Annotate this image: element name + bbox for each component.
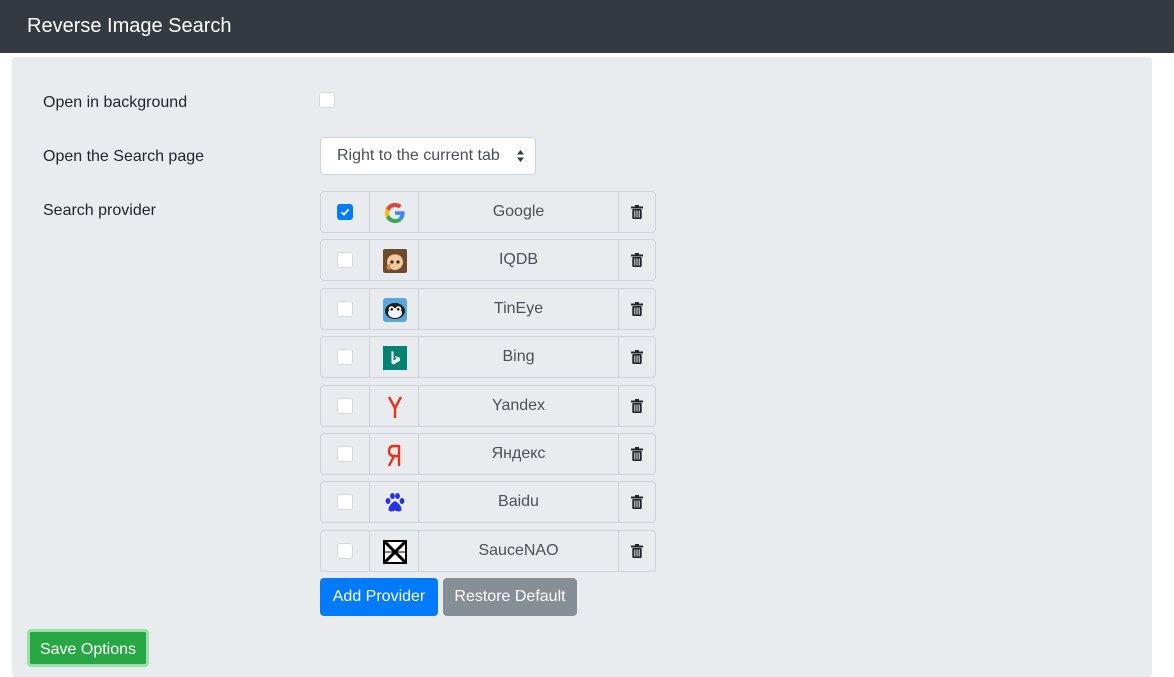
provider-name[interactable]: SauceNAO: [418, 530, 619, 572]
provider-enabled-checkbox[interactable]: [337, 398, 353, 414]
delete-provider-button[interactable]: [618, 385, 656, 427]
provider-enabled-checkbox[interactable]: [337, 543, 353, 559]
provider-icon-cell: [369, 481, 419, 523]
delete-provider-button[interactable]: [618, 288, 656, 330]
trash-icon: [631, 253, 643, 267]
provider-toggle-cell: [320, 336, 370, 378]
provider-toggle-cell: [320, 530, 370, 572]
provider-toggle-cell: [320, 288, 370, 330]
provider-row: Google: [320, 191, 656, 233]
provider-icon-cell: [369, 530, 419, 572]
delete-provider-button[interactable]: [618, 481, 656, 523]
top-navbar: Reverse Image Search: [0, 0, 1174, 53]
provider-name[interactable]: Baidu: [418, 481, 619, 523]
yandex-ru-icon: [387, 444, 401, 467]
provider-toggle-cell: [320, 433, 370, 475]
trash-icon: [631, 447, 643, 461]
provider-toggle-cell: [320, 385, 370, 427]
provider-icon-cell: [369, 336, 419, 378]
provider-toggle-cell: [320, 191, 370, 233]
provider-enabled-checkbox[interactable]: [337, 301, 353, 317]
open-in-background-checkbox[interactable]: [319, 92, 335, 108]
provider-toggle-cell: [320, 239, 370, 281]
bing-icon: [383, 346, 407, 370]
delete-provider-button[interactable]: [618, 336, 656, 378]
trash-icon: [631, 495, 643, 509]
app-title: Reverse Image Search: [27, 15, 232, 37]
options-panel: Open in background Open the Search page …: [12, 57, 1152, 677]
provider-row: SauceNAO: [320, 530, 656, 572]
provider-row: TinEye: [320, 288, 656, 330]
baidu-icon: [385, 493, 405, 512]
provider-row: IQDB: [320, 239, 656, 281]
open-in-background-label: Open in background: [43, 94, 188, 111]
trash-icon: [631, 302, 643, 316]
provider-row: Yandex: [320, 385, 656, 427]
provider-row: Яндекс: [320, 433, 656, 475]
trash-icon: [631, 350, 643, 364]
trash-icon: [631, 399, 643, 413]
open-search-page-value: Right to the current tab: [337, 147, 500, 164]
provider-enabled-checkbox[interactable]: [337, 252, 353, 268]
provider-icon-cell: [369, 433, 419, 475]
delete-provider-button[interactable]: [618, 191, 656, 233]
provider-name[interactable]: Yandex: [418, 385, 619, 427]
provider-enabled-checkbox[interactable]: [337, 494, 353, 510]
select-caret-icon: [517, 150, 524, 162]
provider-icon-cell: [369, 385, 419, 427]
provider-enabled-checkbox[interactable]: [337, 349, 353, 365]
provider-icon-cell: [369, 191, 419, 233]
trash-icon: [631, 205, 643, 219]
delete-provider-button[interactable]: [618, 530, 656, 572]
delete-provider-button[interactable]: [618, 433, 656, 475]
provider-name[interactable]: Google: [418, 191, 619, 233]
trash-icon: [631, 544, 643, 558]
restore-default-button[interactable]: Restore Default: [443, 578, 577, 616]
provider-enabled-checkbox[interactable]: [337, 204, 353, 220]
provider-name[interactable]: Bing: [418, 336, 619, 378]
tineye-icon: [383, 298, 407, 322]
provider-icon-cell: [369, 239, 419, 281]
provider-row: Bing: [320, 336, 656, 378]
delete-provider-button[interactable]: [618, 239, 656, 281]
google-icon: [385, 203, 405, 223]
provider-name[interactable]: TinEye: [418, 288, 619, 330]
yandex-icon: [387, 396, 403, 418]
open-search-page-select[interactable]: Right to the current tab: [320, 137, 536, 175]
provider-enabled-checkbox[interactable]: [337, 446, 353, 462]
open-search-page-label: Open the Search page: [43, 148, 205, 165]
iqdb-icon: [383, 249, 407, 273]
provider-name[interactable]: IQDB: [418, 239, 619, 281]
search-provider-label: Search provider: [43, 202, 156, 219]
saucenao-icon: [383, 540, 407, 564]
provider-name[interactable]: Яндекс: [418, 433, 619, 475]
add-provider-button[interactable]: Add Provider: [320, 578, 438, 616]
provider-icon-cell: [369, 288, 419, 330]
provider-row: Baidu: [320, 481, 656, 523]
save-options-button[interactable]: Save Options: [27, 629, 149, 667]
provider-toggle-cell: [320, 481, 370, 523]
